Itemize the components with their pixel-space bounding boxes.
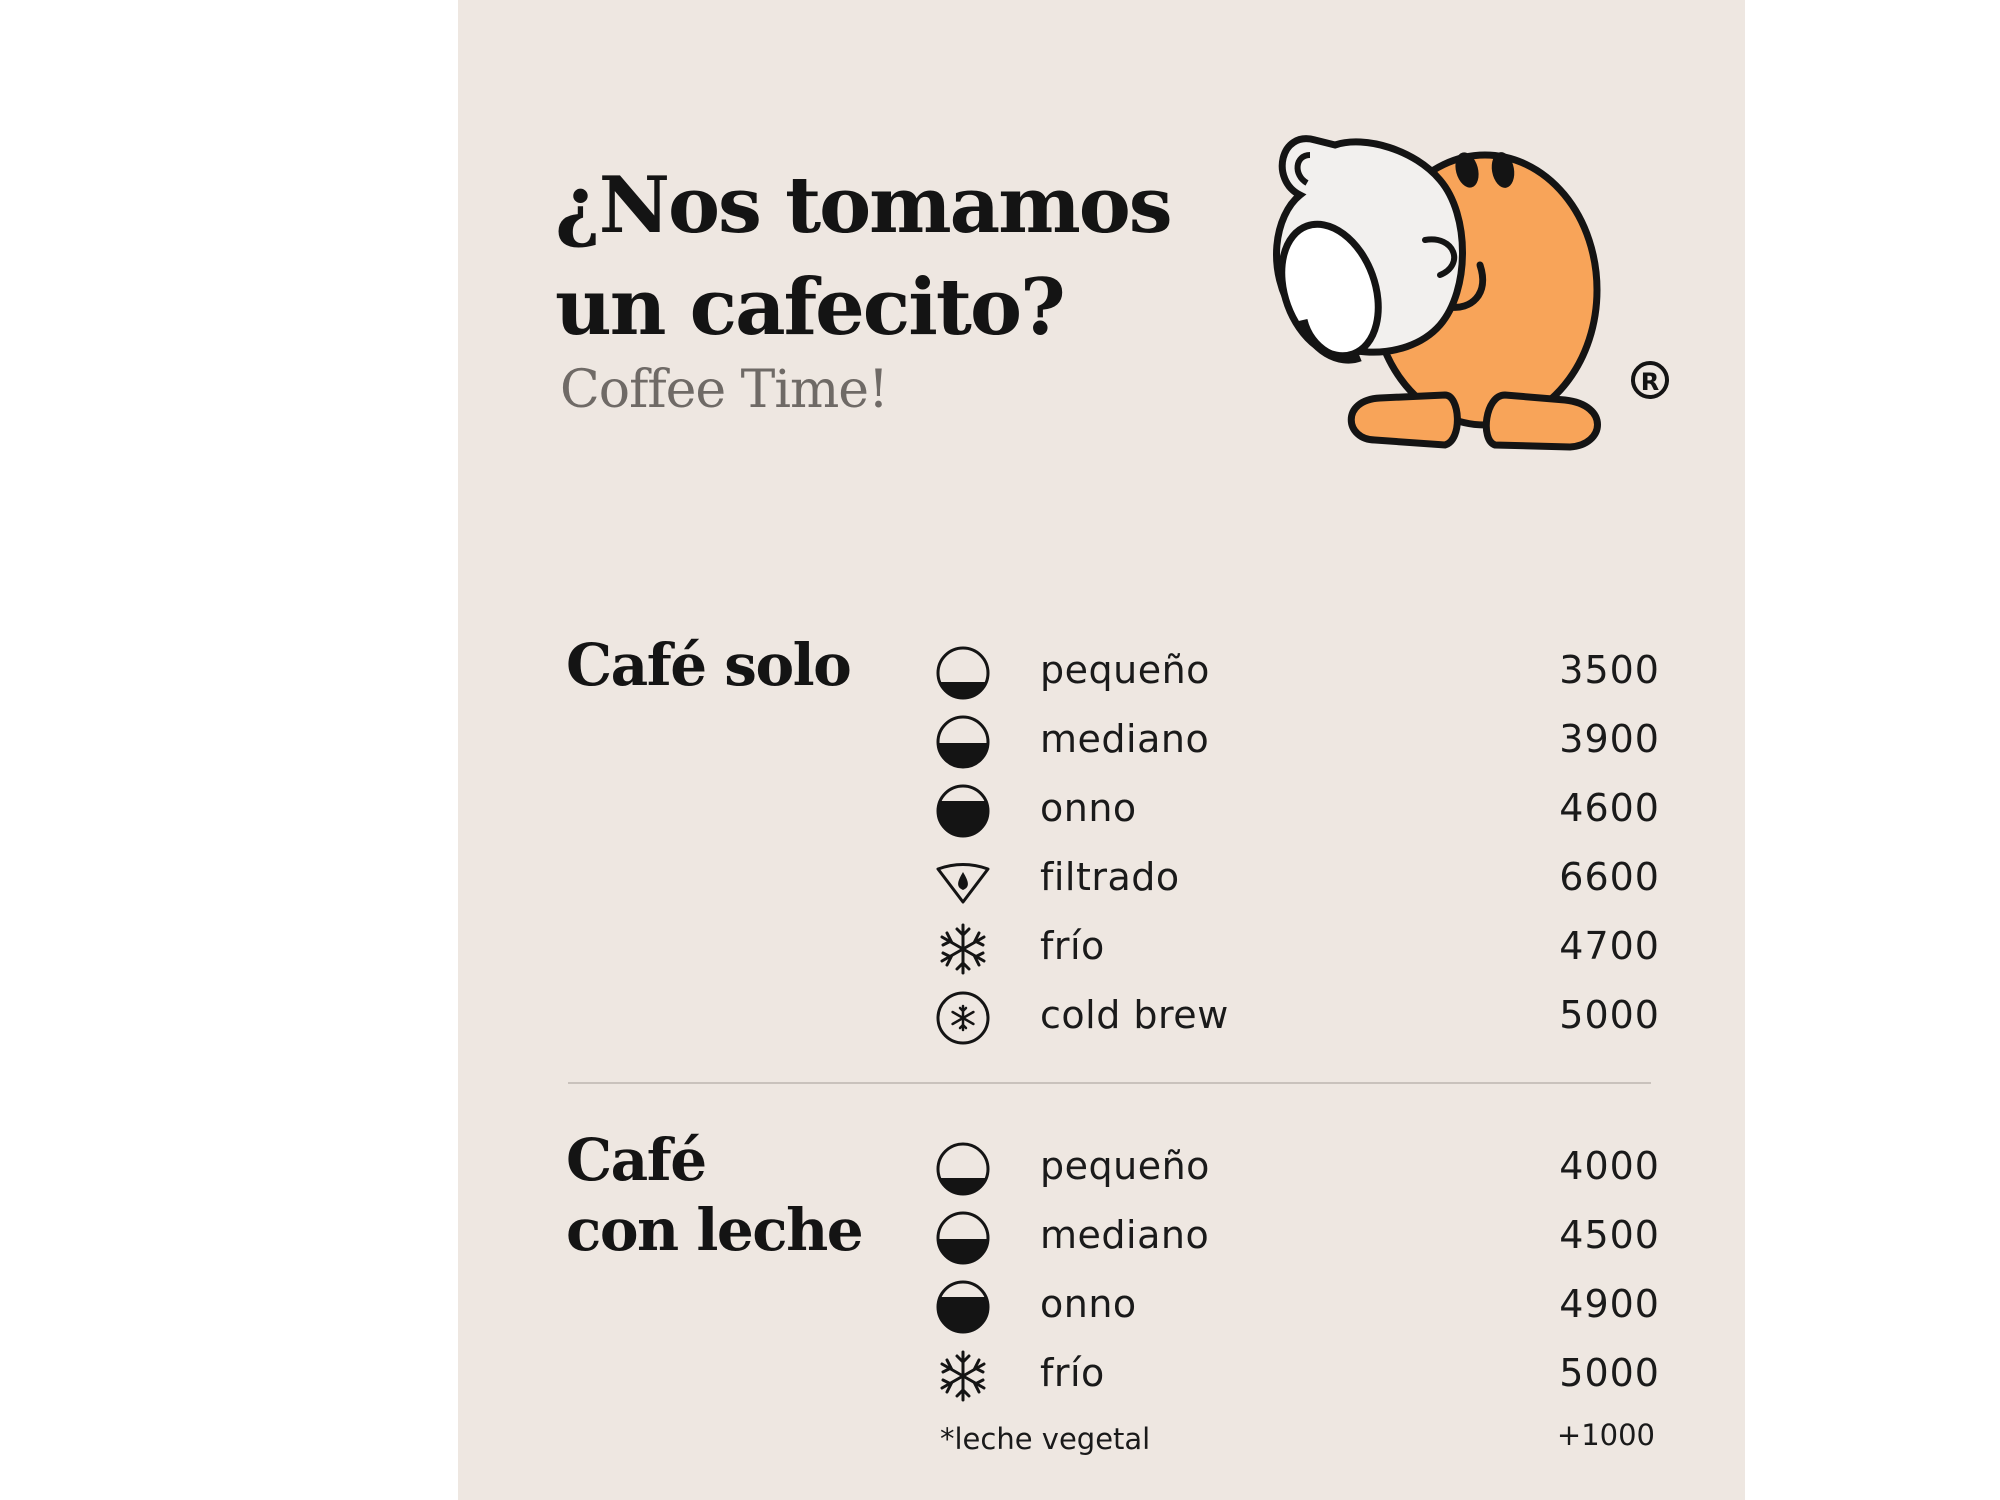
menu-item-row: pequeño 3500 [935, 640, 1660, 700]
menu-item-row: mediano 4500 [935, 1205, 1660, 1265]
title-line-2: un cafecito? [555, 262, 1066, 353]
title-line-1: ¿Nos tomamos [555, 160, 1173, 251]
cup-fill-large-icon [935, 1279, 991, 1335]
filter-drop-icon [935, 852, 991, 908]
item-price: 5000 [1559, 993, 1660, 1037]
section-title-cafe-solo: Café solo [566, 630, 852, 700]
item-price: 4700 [1559, 924, 1660, 968]
item-price: 3900 [1559, 717, 1660, 761]
menu-item-row: pequeño 4000 [935, 1136, 1660, 1196]
page-subtitle: Coffee Time! [560, 360, 889, 420]
item-name: frío [1040, 924, 1105, 968]
cup-fill-large-icon [935, 783, 991, 839]
menu-item-row: onno 4600 [935, 778, 1660, 838]
cup-fill-medium-icon [935, 1210, 991, 1266]
item-name: mediano [1040, 717, 1210, 761]
menu-item-row: mediano 3900 [935, 709, 1660, 769]
item-name: cold brew [1040, 993, 1229, 1037]
item-price: 4900 [1559, 1282, 1660, 1326]
section-title-line: Café [566, 1126, 707, 1194]
item-name: pequeño [1040, 1144, 1210, 1188]
item-name: pequeño [1040, 648, 1210, 692]
item-price: 4000 [1559, 1144, 1660, 1188]
item-name: onno [1040, 786, 1137, 830]
item-name: filtrado [1040, 855, 1180, 899]
section-title-line: Café solo [566, 631, 852, 699]
menu-item-row: cold brew 5000 [935, 985, 1660, 1045]
cup-fill-small-icon [935, 645, 991, 701]
mascot-logo: R [1255, 95, 1670, 475]
menu-item-row: frío 4700 [935, 916, 1660, 976]
section-divider [568, 1082, 1651, 1084]
section-title-line: con leche [566, 1196, 864, 1264]
item-price: 4500 [1559, 1213, 1660, 1257]
cup-fill-small-icon [935, 1141, 991, 1197]
plant-milk-price: +1000 [1556, 1418, 1655, 1452]
item-name: mediano [1040, 1213, 1210, 1257]
cup-fill-medium-icon [935, 714, 991, 770]
circled-snowflake-icon [935, 990, 991, 1046]
item-price: 4600 [1559, 786, 1660, 830]
menu-item-row: frío 5000 [935, 1343, 1660, 1403]
item-price: 3500 [1559, 648, 1660, 692]
item-price: 5000 [1559, 1351, 1660, 1395]
item-name: onno [1040, 1282, 1137, 1326]
item-name: frío [1040, 1351, 1105, 1395]
item-price: 6600 [1559, 855, 1660, 899]
snowflake-icon [935, 1348, 991, 1404]
snowflake-icon [935, 921, 991, 977]
registered-mark: R [1641, 368, 1659, 396]
plant-milk-note: *leche vegetal [940, 1422, 1151, 1456]
menu-item-row: filtrado 6600 [935, 847, 1660, 907]
page-title: ¿Nos tomamos un cafecito? [555, 155, 1173, 359]
menu-item-row: onno 4900 [935, 1274, 1660, 1334]
section-title-cafe-con-leche: Café con leche [566, 1125, 864, 1265]
